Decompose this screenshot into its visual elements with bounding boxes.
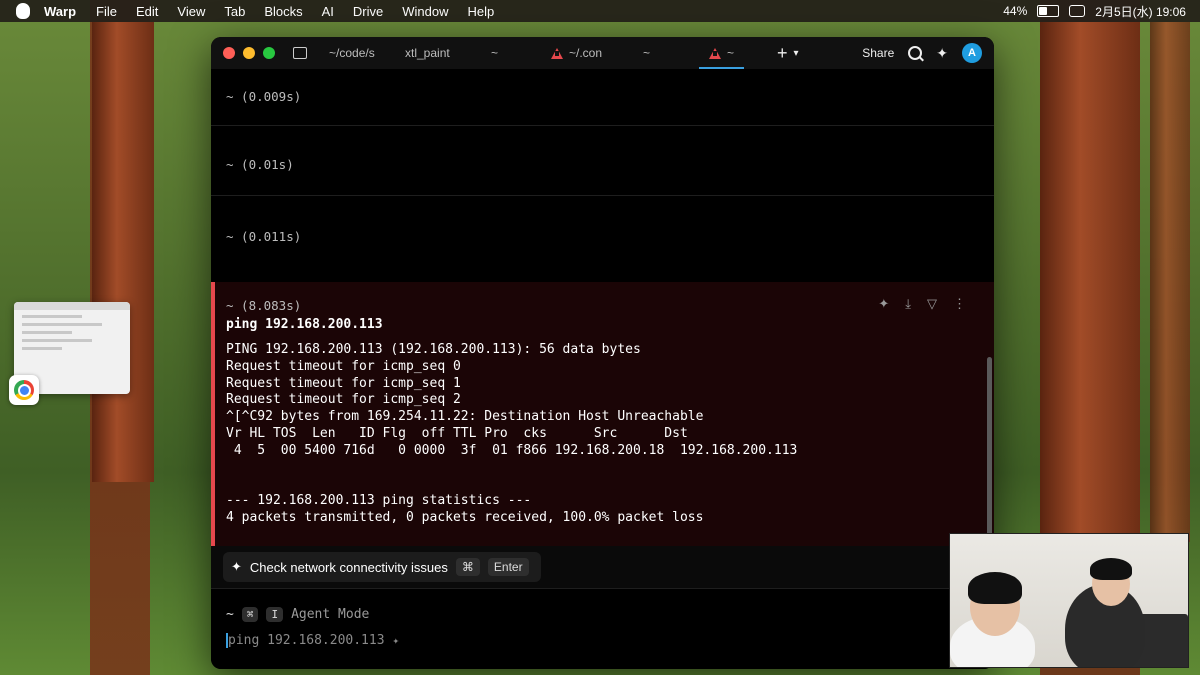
battery-percent: 44%	[1003, 4, 1028, 18]
check-network-suggestion-button[interactable]: ✦ Check network connectivity issues ⌘ En…	[223, 552, 541, 582]
cmd-key-hint: ⌘	[455, 558, 480, 576]
block-prompt: ~ (0.009s)	[226, 89, 302, 104]
block-output: PING 192.168.200.113 (192.168.200.113): …	[226, 342, 798, 525]
close-button[interactable]	[223, 47, 235, 59]
tab-code[interactable]: ~/code/s	[329, 37, 375, 69]
control-center-icon[interactable]	[1069, 5, 1086, 17]
scrollbar[interactable]	[987, 357, 992, 537]
zoom-button[interactable]	[263, 47, 275, 59]
sparkle-icon: ✦	[231, 559, 242, 574]
menu-file[interactable]: File	[96, 4, 117, 19]
new-tab-button[interactable]: + ▾	[777, 37, 799, 69]
command-block[interactable]: ~ (0.01s)	[211, 125, 994, 196]
block-prompt: ~ (0.01s)	[226, 157, 294, 172]
suggestion-label: Check network connectivity issues	[249, 559, 448, 575]
avatar[interactable]: A	[962, 43, 982, 63]
terminal-window: ~/code/s xtl_paint ~ ~/.con ~ ~ + ▾ Share…	[211, 37, 994, 669]
filter-icon[interactable]: ▽	[927, 296, 937, 312]
menu-edit[interactable]: Edit	[136, 4, 158, 19]
menu-tab[interactable]: Tab	[224, 4, 245, 19]
command-input-value: ping 192.168.200.113	[228, 633, 385, 648]
command-block[interactable]: ~ (0.011s)	[211, 195, 994, 283]
i-key-hint: I	[266, 607, 284, 622]
minimize-button[interactable]	[243, 47, 255, 59]
menu-ai[interactable]: AI	[322, 4, 334, 19]
warning-icon	[709, 47, 721, 59]
sparkle-icon[interactable]: ✦	[393, 634, 400, 647]
sparkle-icon[interactable]: ✦	[936, 45, 948, 62]
command-input[interactable]: ping 192.168.200.113 ✦	[226, 633, 399, 648]
tab-config[interactable]: ~/.con	[551, 37, 602, 69]
menu-help[interactable]: Help	[468, 4, 495, 19]
webcam-overlay	[949, 533, 1189, 668]
command-input-area[interactable]: ~ ⌘ I Agent Mode ping 192.168.200.113 ✦	[211, 589, 994, 669]
tab-home-active[interactable]: ~	[698, 37, 745, 69]
warning-icon	[551, 47, 563, 59]
menu-drive[interactable]: Drive	[353, 4, 383, 19]
block-command: ping 192.168.200.113	[226, 317, 383, 332]
input-prompt: ~	[226, 607, 234, 622]
app-name-menu[interactable]: Warp	[44, 4, 76, 19]
enter-key-hint: Enter	[487, 558, 529, 576]
chrome-icon[interactable]	[9, 375, 39, 405]
tab-home[interactable]: ~	[491, 37, 498, 69]
download-icon[interactable]: ⤓	[905, 296, 911, 312]
sidebar-toggle-icon[interactable]	[293, 47, 307, 59]
agent-mode-hint[interactable]: Agent Mode	[291, 607, 369, 622]
background-tree	[92, 22, 154, 482]
background-tree	[1040, 22, 1140, 542]
menu-blocks[interactable]: Blocks	[264, 4, 302, 19]
background-tree	[1150, 22, 1190, 542]
tab-xtl-paint[interactable]: xtl_paint	[405, 37, 450, 69]
plus-icon: +	[777, 42, 788, 63]
share-button[interactable]: Share	[862, 46, 894, 60]
menu-bar: Warp File Edit View Tab Blocks AI Drive …	[0, 0, 1200, 22]
chevron-down-icon: ▾	[793, 47, 799, 59]
block-prompt: ~ (0.011s)	[226, 229, 302, 244]
block-prompt: ~ (8.083s)	[226, 298, 302, 313]
error-command-block[interactable]: ~ (8.083s) ping 192.168.200.113 ✦ ⤓ ▽ ⋮ …	[211, 282, 994, 546]
apple-icon[interactable]	[16, 3, 30, 19]
cmd-key-hint: ⌘	[241, 607, 259, 622]
menu-view[interactable]: View	[177, 4, 205, 19]
menu-clock[interactable]: 2月5日(水) 19:06	[1095, 3, 1186, 20]
menu-window[interactable]: Window	[402, 4, 448, 19]
battery-icon[interactable]	[1037, 5, 1060, 17]
command-block[interactable]: ~ (0.009s)	[211, 69, 994, 126]
search-icon[interactable]	[908, 46, 923, 60]
suggestion-bar: ✦ Check network connectivity issues ⌘ En…	[211, 546, 994, 589]
tab-home-2[interactable]: ~	[643, 37, 650, 69]
ai-sparkle-icon[interactable]: ✦	[878, 296, 889, 312]
more-icon[interactable]: ⋮	[953, 296, 966, 312]
